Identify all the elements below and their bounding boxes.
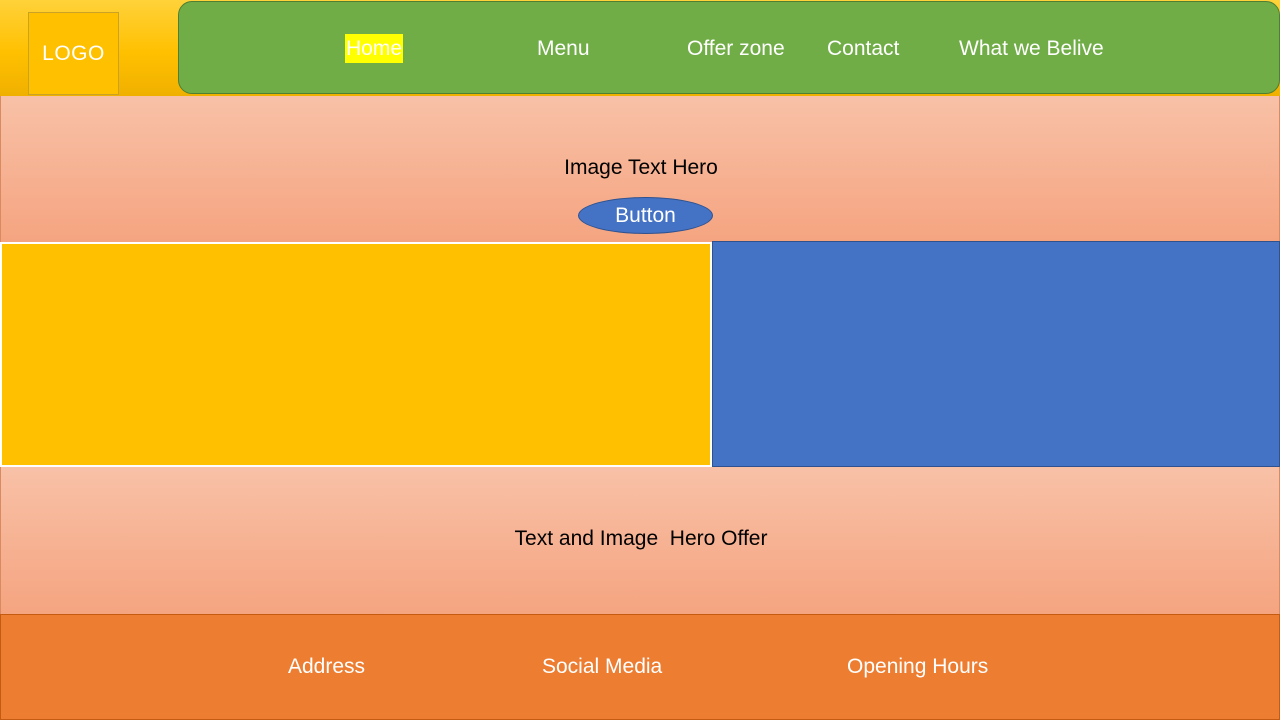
navigation-bar: Home Menu Offer zone Contact What we Bel… [178, 1, 1280, 94]
footer-social-media[interactable]: Social Media [542, 655, 662, 679]
logo[interactable]: LOGO [28, 12, 119, 95]
hero-title: Image Text Hero [564, 156, 718, 179]
header-band: LOGO Home Menu Offer zone Contact What w… [0, 0, 1280, 96]
hero-button[interactable]: Button [578, 197, 713, 234]
nav-home[interactable]: Home [345, 34, 404, 63]
nav-contact[interactable]: Contact [827, 34, 899, 63]
nav-what-we-believe[interactable]: What we Belive [959, 34, 1104, 63]
offer-text: Text and Image Hero Offer [514, 527, 768, 550]
footer-address[interactable]: Address [288, 655, 365, 679]
footer-opening-hours[interactable]: Opening Hours [847, 655, 988, 679]
hero-section: Image Text Hero Button [0, 96, 1280, 242]
offer-section: Text and Image Hero Offer [0, 467, 1280, 614]
nav-offer-zone[interactable]: Offer zone [687, 34, 785, 63]
footer: Address Social Media Opening Hours [0, 614, 1280, 720]
content-panel-left [0, 242, 712, 467]
nav-menu[interactable]: Menu [537, 34, 590, 63]
content-panel-right [712, 241, 1280, 467]
page: LOGO Home Menu Offer zone Contact What w… [0, 0, 1280, 720]
